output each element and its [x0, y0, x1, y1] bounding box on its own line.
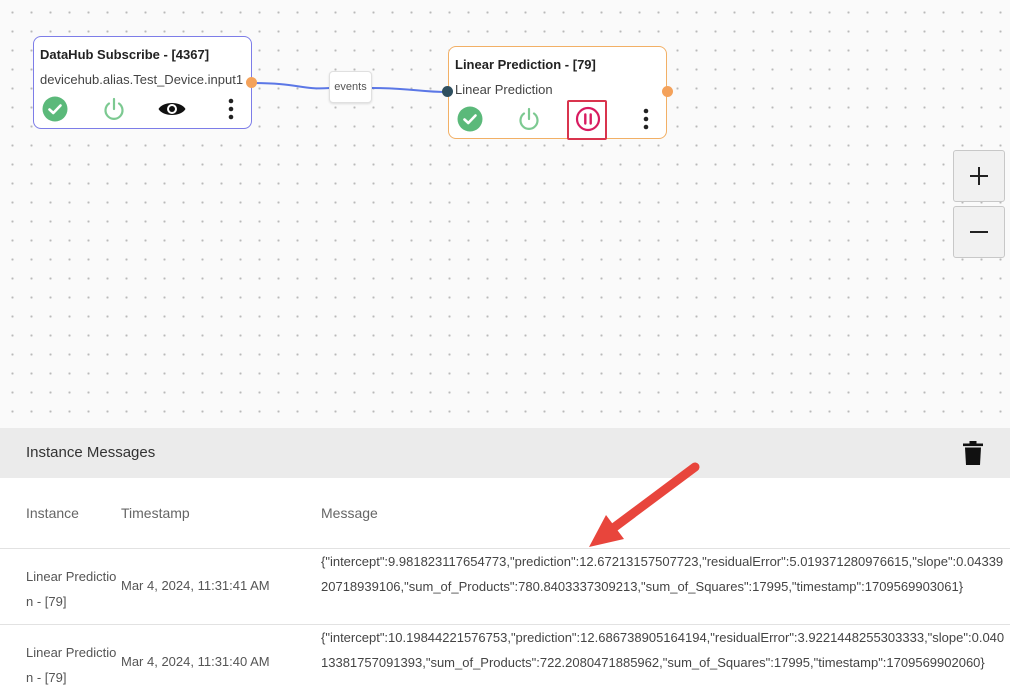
- panel-title: Instance Messages: [26, 444, 156, 461]
- more-vertical-icon[interactable]: [216, 94, 246, 124]
- eye-icon[interactable]: [157, 94, 187, 124]
- more-vertical-icon[interactable]: [631, 104, 661, 134]
- column-header-timestamp: Timestamp: [121, 505, 190, 521]
- output-port[interactable]: [246, 77, 257, 88]
- cell-instance: Linear Prediction - [79]: [26, 645, 117, 685]
- edge-label[interactable]: events: [329, 71, 372, 103]
- cell-instance: Linear Prediction - [79]: [26, 569, 117, 609]
- node-datahub-subscribe[interactable]: DataHub Subscribe - [4367] devicehub.ali…: [33, 36, 252, 129]
- cell-timestamp: Mar 4, 2024, 11:31:40 AM: [121, 654, 270, 669]
- output-port[interactable]: [662, 86, 673, 97]
- column-header-message: Message: [321, 505, 378, 521]
- node-linear-prediction[interactable]: Linear Prediction - [79] Linear Predicti…: [448, 46, 667, 139]
- messages-table-header: Instance Timestamp Message: [0, 478, 1010, 549]
- instance-messages-header: Instance Messages: [0, 428, 1010, 478]
- table-row: Linear Prediction - [79] Mar 4, 2024, 11…: [0, 549, 1010, 625]
- power-icon[interactable]: [99, 94, 129, 124]
- cell-message: {"intercept":10.19844221576753,"predicti…: [321, 630, 1005, 670]
- power-icon[interactable]: [514, 104, 544, 134]
- trash-icon[interactable]: [960, 440, 986, 466]
- node-subtitle: devicehub.alias.Test_Device.input1: [40, 72, 244, 87]
- check-circle-icon[interactable]: [455, 104, 485, 134]
- node-subtitle: Linear Prediction: [455, 82, 553, 97]
- zoom-out-button[interactable]: [953, 206, 1005, 258]
- node-title: DataHub Subscribe - [4367]: [40, 47, 210, 62]
- cell-timestamp: Mar 4, 2024, 11:31:41 AM: [121, 578, 270, 593]
- zoom-in-button[interactable]: [953, 150, 1005, 202]
- pause-highlight-box: [567, 100, 607, 140]
- input-port[interactable]: [442, 86, 453, 97]
- column-header-instance: Instance: [26, 505, 79, 521]
- cell-message: {"intercept":9.981823117654773,"predicti…: [321, 554, 1004, 594]
- table-row: Linear Prediction - [79] Mar 4, 2024, 11…: [0, 625, 1010, 697]
- check-circle-icon[interactable]: [40, 94, 70, 124]
- node-title: Linear Prediction - [79]: [455, 57, 596, 72]
- minus-icon: [970, 231, 988, 233]
- plus-icon: [970, 167, 988, 185]
- flow-canvas[interactable]: DataHub Subscribe - [4367] devicehub.ali…: [0, 0, 1010, 428]
